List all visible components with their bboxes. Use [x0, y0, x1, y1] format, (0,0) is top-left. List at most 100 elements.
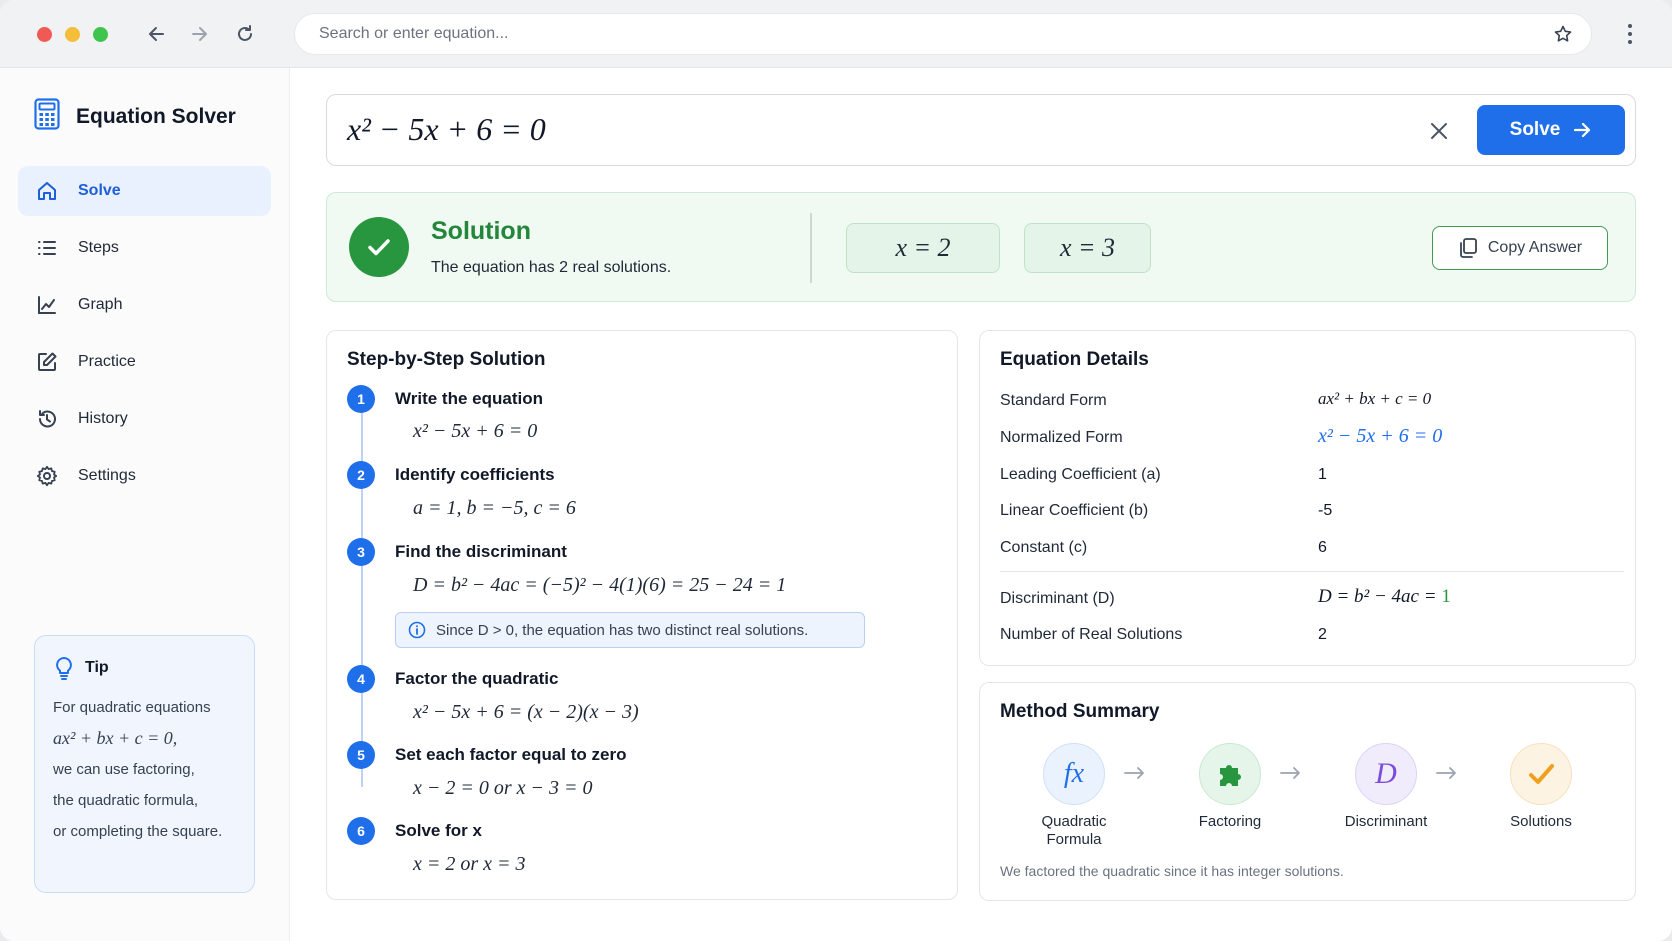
detail-value: 2	[1318, 626, 1327, 643]
browser-toolbar	[0, 0, 1672, 68]
equation-input[interactable]: x² − 5x + 6 = 0	[347, 111, 546, 148]
sidebar-item-practice[interactable]: Practice	[18, 337, 271, 387]
detail-value: -5	[1318, 502, 1333, 519]
fx-icon: fx	[1043, 743, 1105, 805]
equation-input-bar: x² − 5x + 6 = 0 Solve	[326, 94, 1636, 166]
close-window-button[interactable]	[37, 27, 52, 42]
search-input[interactable]	[319, 14, 1519, 54]
step-title: Find the discriminant	[395, 542, 567, 561]
root-chip[interactable]: x = 3	[1024, 223, 1151, 273]
detail-label: Standard Form	[1000, 392, 1107, 409]
app-title: Equation Solver	[76, 104, 236, 128]
sidebar-item-settings[interactable]: Settings	[18, 451, 271, 501]
sidebar-item-solve[interactable]: Solve	[18, 166, 271, 216]
step-math: a = 1, b = −5, c = 6	[413, 497, 576, 519]
detail-label: Number of Real Solutions	[1000, 626, 1183, 643]
discriminant-result: 1	[1441, 586, 1451, 607]
brand: Equation Solver	[34, 98, 236, 135]
info-icon	[408, 621, 426, 639]
maximize-window-button[interactable]	[93, 27, 108, 42]
lightbulb-icon	[56, 657, 72, 680]
app-window: Equation Solver Solve Steps Graph Practi…	[0, 0, 1672, 941]
calculator-icon	[34, 98, 60, 135]
d-icon: D	[1355, 743, 1417, 805]
copy-answer-button[interactable]: Copy Answer	[1432, 226, 1608, 270]
forward-arrow-icon[interactable]	[185, 20, 213, 48]
step-number: 1	[347, 385, 375, 413]
more-options-icon[interactable]	[1620, 20, 1640, 48]
sidebar-item-label: Practice	[78, 353, 136, 370]
solution-banner: Solution The equation has 2 real solutio…	[326, 192, 1636, 302]
detail-value: 6	[1318, 539, 1327, 556]
step-title: Factor the quadratic	[395, 669, 559, 688]
step-math: x² − 5x + 6 = (x − 2)(x − 3)	[413, 701, 639, 723]
equation-details-card: Equation Details Standard Form ax² + bx …	[979, 330, 1636, 666]
detail-label: Leading Coefficient (a)	[1000, 466, 1161, 483]
reload-icon[interactable]	[231, 20, 259, 48]
method-label: Solutions	[1510, 813, 1572, 830]
detail-label: Constant (c)	[1000, 539, 1088, 556]
checkmark-icon	[1510, 743, 1572, 805]
tip-text: we can use factoring,	[53, 761, 195, 778]
discriminant-formula: D = b² − 4ac =	[1318, 586, 1442, 607]
detail-value: D = b² − 4ac = 1	[1318, 586, 1451, 608]
step-title: Write the equation	[395, 389, 543, 408]
star-icon[interactable]	[1553, 24, 1573, 49]
info-note-text: Since D > 0, the equation has two distin…	[436, 621, 809, 639]
tip-text: or completing the square.	[53, 823, 223, 840]
copy-icon	[1459, 238, 1477, 258]
sidebar-item-label: Settings	[78, 467, 136, 484]
arrow-right-icon	[1434, 763, 1460, 783]
step-title: Set each factor equal to zero	[395, 745, 627, 764]
divider	[810, 213, 812, 283]
method-summary-card: Method Summary fx Quadratic Formula Fact…	[979, 682, 1636, 901]
method-factoring: Factoring	[1170, 743, 1290, 831]
step-number: 2	[347, 461, 375, 489]
arrow-right-icon	[1122, 763, 1148, 783]
step-title: Identify coefficients	[395, 465, 555, 484]
home-icon	[38, 182, 56, 200]
method-solutions: Solutions	[1481, 743, 1601, 831]
edit-icon	[38, 352, 57, 371]
sidebar: Equation Solver Solve Steps Graph Practi…	[0, 68, 290, 941]
method-label: Factoring	[1198, 813, 1262, 830]
step-math: x² − 5x + 6 = 0	[413, 420, 538, 442]
root-chip[interactable]: x = 2	[846, 223, 1000, 273]
solve-button[interactable]: Solve	[1477, 105, 1625, 155]
gear-icon	[36, 465, 58, 487]
method-label: Discriminant	[1344, 813, 1428, 830]
arrow-right-icon	[1278, 763, 1304, 783]
clear-icon[interactable]	[1427, 119, 1451, 143]
detail-label: Discriminant (D)	[1000, 590, 1115, 607]
solution-subtitle: The equation has 2 real solutions.	[431, 259, 672, 276]
list-icon	[38, 241, 56, 255]
sidebar-item-history[interactable]: History	[18, 394, 271, 444]
step-title: Solve for x	[395, 821, 482, 840]
tip-card: Tip For quadratic equations ax² + bx + c…	[34, 635, 255, 893]
chart-line-icon	[38, 296, 56, 314]
check-circle-icon	[349, 217, 409, 277]
step-math: x = 2 or x = 3	[413, 853, 526, 875]
solve-button-label: Solve	[1509, 119, 1561, 140]
sidebar-item-label: Graph	[78, 296, 123, 313]
minimize-window-button[interactable]	[65, 27, 80, 42]
detail-value: 1	[1318, 466, 1327, 483]
sidebar-item-label: Steps	[78, 239, 119, 256]
detail-value: ax² + bx + c = 0	[1318, 389, 1432, 408]
info-note: Since D > 0, the equation has two distin…	[395, 612, 865, 648]
tip-text: the quadratic formula,	[53, 792, 199, 809]
sidebar-item-label: Solve	[78, 182, 121, 199]
sidebar-item-graph[interactable]: Graph	[18, 280, 271, 330]
detail-label: Linear Coefficient (b)	[1000, 502, 1149, 519]
method-discriminant: D Discriminant	[1326, 743, 1446, 831]
arrow-right-icon	[1574, 122, 1591, 138]
sidebar-item-steps[interactable]: Steps	[18, 223, 271, 273]
step-math: D = b² − 4ac = (−5)² − 4(1)(6) = 25 − 24…	[413, 574, 787, 596]
step-number: 4	[347, 665, 375, 693]
steps-card: Step-by-Step Solution 1 Write the equati…	[326, 330, 958, 900]
sidebar-item-label: History	[78, 410, 128, 427]
method-quadratic-formula: fx Quadratic Formula	[1014, 743, 1134, 849]
method-footnote: We factored the quadratic since it has i…	[1000, 863, 1344, 879]
puzzle-icon	[1199, 743, 1261, 805]
back-arrow-icon[interactable]	[143, 20, 171, 48]
